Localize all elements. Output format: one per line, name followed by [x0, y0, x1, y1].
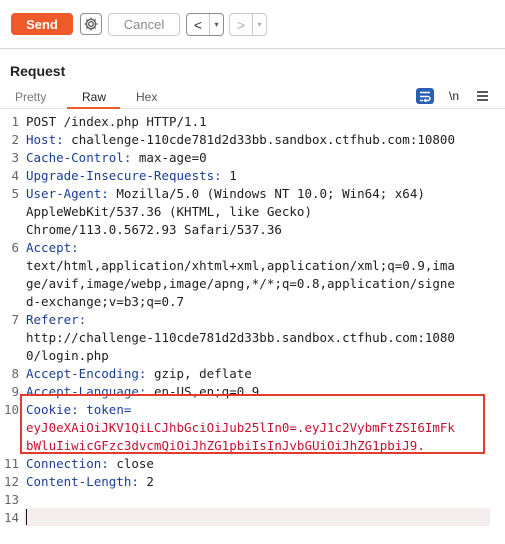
header-value: gzip, deflate	[146, 366, 252, 381]
request-line: 13	[0, 491, 505, 509]
line-number: 14	[3, 510, 19, 525]
line-number: 2	[11, 132, 19, 147]
line-number: 4	[11, 168, 19, 183]
request-line: 11 Connection: close	[0, 455, 505, 473]
header-name: Upgrade-Insecure-Requests	[26, 168, 215, 183]
line-number: 3	[11, 150, 19, 165]
header-name: Content-Length	[26, 474, 132, 489]
header-line: Upgrade-Insecure-Requests: 1	[26, 168, 237, 183]
panel-menu-button[interactable]	[473, 88, 491, 104]
header-value: close	[108, 456, 154, 471]
wrapped-line: text/html,application/xhtml+xml,applicat…	[0, 257, 505, 275]
newline-icon: \n	[448, 89, 459, 103]
header-line: Accept-Encoding: gzip, deflate	[26, 366, 252, 381]
request-line: 14	[0, 509, 505, 527]
header-line: Content-Length: 2	[26, 474, 154, 489]
send-button[interactable]: Send	[11, 13, 73, 35]
wrapped-text: 0/login.php	[26, 348, 109, 363]
header-value: max-age=0	[131, 150, 207, 165]
newline-toggle[interactable]: \n	[445, 88, 463, 104]
header-name: Host	[26, 132, 57, 147]
line-number: 8	[11, 366, 19, 381]
gear-icon	[84, 17, 98, 31]
tab-pretty[interactable]: Pretty	[15, 90, 46, 104]
wrapped-line: AppleWebKit/537.36 (KHTML, like Gecko)	[0, 203, 505, 221]
request-line: 5 User-Agent: Mozilla/5.0 (Windows NT 10.…	[0, 185, 505, 203]
cancel-button[interactable]: Cancel	[108, 13, 180, 36]
request-line: 4 Upgrade-Insecure-Requests: 1	[0, 167, 505, 185]
request-line: 12 Content-Length: 2	[0, 473, 505, 491]
header-name: User-Agent	[26, 186, 102, 201]
line-number: 11	[3, 456, 19, 471]
cookie-annotation-box	[20, 394, 485, 454]
back-button[interactable]: <	[187, 14, 209, 35]
header-value: challenge-110cde781d2d33bb.sandbox.ctfhu…	[63, 132, 455, 147]
tab-hex[interactable]: Hex	[136, 90, 157, 104]
request-line: 7 Referer:	[0, 311, 505, 329]
line-number: 1	[11, 114, 19, 129]
header-name: Connection	[26, 456, 102, 471]
wrapped-text: http://challenge-110cde781d2d33bb.sandbo…	[26, 330, 455, 345]
header-value: 2	[138, 474, 154, 489]
header-name: Accept	[26, 240, 72, 255]
wrapped-line: ge/avif,image/webp,image/apng,*/*;q=0.8,…	[0, 275, 505, 293]
wrapped-text: AppleWebKit/537.36 (KHTML, like Gecko)	[26, 204, 312, 219]
line-number: 5	[11, 186, 19, 201]
line-number: 12	[3, 474, 19, 489]
forward-button[interactable]: >	[230, 14, 252, 35]
header-name: Accept-Encoding	[26, 366, 139, 381]
toolbar-divider	[0, 48, 505, 49]
header-name: Cache-Control	[26, 150, 124, 165]
header-line: Accept:	[26, 240, 79, 255]
request-text: POST /index.php HTTP/1.1	[26, 114, 207, 129]
request-line: 3 Cache-Control: max-age=0	[0, 149, 505, 167]
wrapped-text: ge/avif,image/webp,image/apng,*/*;q=0.8,…	[26, 276, 455, 291]
panel-title: Request	[10, 63, 66, 79]
request-toolbar: Send Cancel < ▾ > ▾	[0, 0, 505, 48]
line-number: 7	[11, 312, 19, 327]
header-line: Referer:	[26, 312, 87, 327]
header-line: Cache-Control: max-age=0	[26, 150, 207, 165]
hamburger-icon	[476, 91, 488, 101]
tab-raw[interactable]: Raw	[82, 90, 106, 104]
line-number: 6	[11, 240, 19, 255]
forward-nav-group: > ▾	[229, 13, 267, 36]
wrapped-line: Chrome/113.0.5672.93 Safari/537.36	[0, 221, 505, 239]
request-line: 2 Host: challenge-110cde781d2d33bb.sandbo…	[0, 131, 505, 149]
active-tab-indicator	[67, 107, 120, 109]
header-line: User-Agent: Mozilla/5.0 (Windows NT 10.0…	[26, 186, 425, 201]
request-editor[interactable]: 1 POST /index.php HTTP/1.1 2 Host: challeng…	[0, 113, 505, 527]
header-line: Connection: close	[26, 456, 154, 471]
wrap-lines-toggle[interactable]	[416, 88, 434, 104]
wrapped-line: 0/login.php	[0, 347, 505, 365]
request-line: 1 POST /index.php HTTP/1.1	[0, 113, 505, 131]
line-number: 10	[3, 402, 19, 417]
back-nav-group: < ▾	[186, 13, 224, 36]
wrapped-line: http://challenge-110cde781d2d33bb.sandbo…	[0, 329, 505, 347]
forward-dropdown-icon[interactable]: ▾	[252, 14, 266, 35]
header-line: Host: challenge-110cde781d2d33bb.sandbox…	[26, 132, 455, 147]
wrapped-line: d-exchange;v=b3;q=0.7	[0, 293, 505, 311]
wrapped-text: Chrome/113.0.5672.93 Safari/537.36	[26, 222, 282, 237]
wrapped-text: text/html,application/xhtml+xml,applicat…	[26, 258, 455, 273]
line-number: 9	[11, 384, 19, 399]
wrapped-text: d-exchange;v=b3;q=0.7	[26, 294, 185, 309]
header-value: 1	[221, 168, 237, 183]
header-value: Mozilla/5.0 (Windows NT 10.0; Win64; x64…	[108, 186, 425, 201]
back-dropdown-icon[interactable]: ▾	[209, 14, 223, 35]
request-line: 6 Accept:	[0, 239, 505, 257]
settings-button[interactable]	[80, 13, 102, 35]
request-line: 8 Accept-Encoding: gzip, deflate	[0, 365, 505, 383]
wrap-lines-icon	[420, 91, 431, 102]
line-number: 13	[3, 492, 19, 507]
header-name: Referer	[26, 312, 79, 327]
